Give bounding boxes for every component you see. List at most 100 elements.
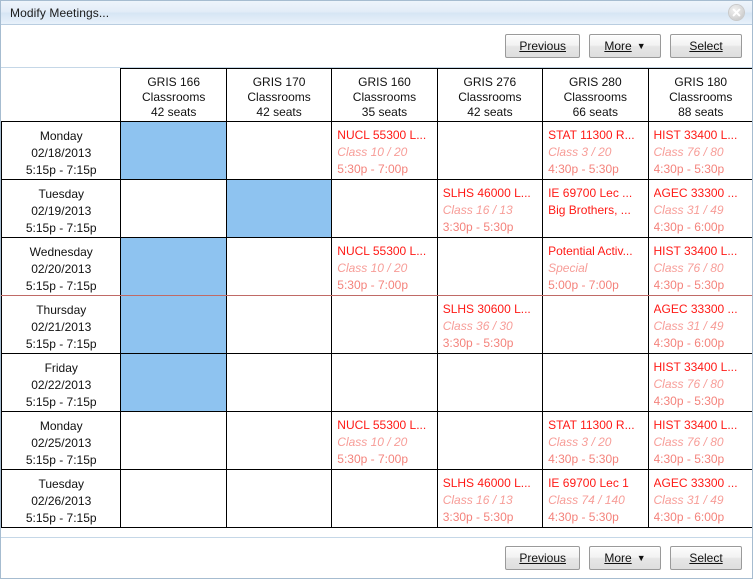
event-block: HIST 33400 L... Class 76 / 80 4:30p - 5:30… — [649, 239, 752, 295]
grid-cell-r1-c4[interactable]: IE 69700 Lec ... Big Brothers, ... — [542, 179, 649, 238]
row-2-time: 5:15p - 7:15p — [25, 279, 97, 293]
grid-cell-r3-c4[interactable] — [542, 295, 649, 354]
close-icon[interactable] — [729, 5, 744, 20]
row-3-weekday: Thursday — [36, 303, 87, 317]
room-seats-2: 35 seats — [361, 105, 408, 119]
row-4-weekday: Friday — [44, 361, 78, 375]
grid-cell-selected-r4-c0[interactable] — [120, 353, 227, 412]
row-1-date: 02/19/2013 — [31, 204, 92, 218]
grid-cell-r6-c3[interactable]: SLHS 46000 L... Class 16 / 13 3:30p - 5:30… — [436, 469, 544, 528]
row-header-day-0[interactable]: Monday 02/18/2013 5:15p - 7:15p — [1, 121, 122, 180]
grid-cell-r5-c2[interactable]: NUCL 55300 L... Class 10 / 20 5:30p - 7:00… — [331, 411, 438, 470]
grid-cell-r6-c2[interactable] — [331, 469, 438, 528]
room-seats-3: 42 seats — [467, 105, 513, 119]
event-title: STAT 11300 R... — [548, 418, 635, 432]
row-3-date: 02/21/2013 — [31, 320, 92, 334]
grid-cell-r1-c3[interactable]: SLHS 46000 L... Class 16 / 13 3:30p - 5:30… — [436, 179, 544, 238]
event-title: AGEC 33300 ... — [653, 476, 738, 490]
room-seats-5: 88 seats — [678, 105, 724, 119]
top-toolbar: Previous More ▼ Select — [1, 25, 752, 68]
event-title: SLHS 46000 L... — [442, 186, 531, 200]
grid-cell-r5-c0[interactable] — [120, 411, 227, 470]
event-block: STAT 11300 R... Class 3 / 20 4:30p - 5:30p — [544, 123, 647, 179]
room-name-2: GRIS 160 — [358, 75, 411, 89]
grid-cell-r5-c3[interactable] — [436, 411, 544, 470]
grid-cell-r0-c1[interactable] — [225, 121, 333, 180]
column-header-room-4: GRIS 280 Classrooms 66 seats — [542, 68, 649, 122]
grid-cell-selected-r1-c1[interactable] — [225, 179, 333, 238]
row-header-day-4[interactable]: Friday 02/22/2013 5:15p - 7:15p — [1, 353, 122, 412]
grid-cell-r6-c1[interactable] — [225, 469, 333, 528]
event-title: NUCL 55300 L... — [337, 418, 427, 432]
event-title: HIST 33400 L... — [653, 418, 738, 432]
event-title: HIST 33400 L... — [653, 244, 738, 258]
grid-cell-r4-c5[interactable]: HIST 33400 L... Class 76 / 80 4:30p - 5:30… — [647, 353, 752, 412]
grid-cell-r1-c0[interactable] — [120, 179, 227, 238]
grid-cell-r1-c5[interactable]: AGEC 33300 ... Class 31 / 49 4:30p - 6:00p — [647, 179, 752, 238]
grid-cell-selected-r2-c0[interactable] — [120, 237, 227, 296]
event-title: AGEC 33300 ... — [653, 302, 738, 316]
event-time: 5:30p - 7:00p — [337, 452, 409, 466]
room-seats-4: 66 seats — [572, 105, 618, 119]
event-block: HIST 33400 L... Class 76 / 80 4:30p - 5:30… — [649, 123, 752, 179]
more-button-top[interactable]: More ▼ — [589, 34, 661, 58]
more-button-bottom[interactable]: More ▼ — [589, 546, 661, 570]
row-header-day-1[interactable]: Tuesday 02/19/2013 5:15p - 7:15p — [1, 179, 122, 238]
grid-cell-r5-c5[interactable]: HIST 33400 L... Class 76 / 80 4:30p - 5:30… — [647, 411, 752, 470]
previous-button-top[interactable]: Previous — [505, 34, 580, 58]
row-header-day-6[interactable]: Tuesday 02/26/2013 5:15p - 7:15p — [1, 469, 122, 528]
grid-cell-r2-c5[interactable]: HIST 33400 L... Class 76 / 80 4:30p - 5:30… — [647, 237, 752, 296]
event-time: 4:30p - 6:00p — [653, 336, 725, 350]
grid-cell-r1-c2[interactable] — [331, 179, 438, 238]
select-button-top[interactable]: Select — [670, 34, 742, 58]
row-3-time: 5:15p - 7:15p — [25, 337, 97, 351]
select-button-bottom[interactable]: Select — [670, 546, 742, 570]
event-subtitle: Class 31 / 49 — [653, 203, 724, 217]
event-block: AGEC 33300 ... Class 31 / 49 4:30p - 6:00p — [649, 297, 752, 353]
column-header-room-1: GRIS 170 Classrooms 42 seats — [225, 68, 333, 122]
grid-cell-r0-c5[interactable]: HIST 33400 L... Class 76 / 80 4:30p - 5:30… — [647, 121, 752, 180]
meetings-grid-container: GRIS 166 Classrooms 42 seats GRIS 170 Cl… — [1, 68, 752, 537]
row-0-date: 02/18/2013 — [31, 146, 92, 160]
event-time: 4:30p - 5:30p — [548, 510, 619, 524]
event-title: NUCL 55300 L... — [337, 244, 427, 258]
grid-cell-r5-c1[interactable] — [225, 411, 333, 470]
event-block: NUCL 55300 L... Class 10 / 20 5:30p - 7:00… — [333, 239, 436, 295]
grid-cell-r2-c1[interactable] — [225, 237, 333, 296]
event-subtitle: Special — [548, 261, 588, 275]
grid-cell-r3-c2[interactable] — [331, 295, 438, 354]
grid-cell-r4-c1[interactable] — [225, 353, 333, 412]
grid-cell-r2-c2[interactable]: NUCL 55300 L... Class 10 / 20 5:30p - 7:00… — [331, 237, 438, 296]
room-name-4: GRIS 280 — [568, 75, 622, 89]
event-block: HIST 33400 L... Class 76 / 80 4:30p - 5:30… — [649, 413, 752, 469]
previous-button-bottom[interactable]: Previous — [505, 546, 580, 570]
grid-cell-r0-c4[interactable]: STAT 11300 R... Class 3 / 20 4:30p - 5:30p — [542, 121, 649, 180]
grid-cell-r3-c5[interactable]: AGEC 33300 ... Class 31 / 49 4:30p - 6:00p — [647, 295, 752, 354]
grid-cell-r6-c5[interactable]: AGEC 33300 ... Class 31 / 49 4:30p - 6:00p — [647, 469, 752, 528]
grid-cell-r6-c0[interactable] — [120, 469, 227, 528]
grid-cell-r5-c4[interactable]: STAT 11300 R... Class 3 / 20 4:30p - 5:30p — [542, 411, 649, 470]
grid-cell-selected-r0-c0[interactable] — [120, 121, 227, 180]
table-row: Friday 02/22/2013 5:15p - 7:15p HIST 33400 … — [1, 353, 752, 412]
event-block: SLHS 30600 L... Class 36 / 30 3:30p - 5:30… — [438, 297, 541, 353]
grid-cell-r3-c3[interactable]: SLHS 30600 L... Class 36 / 30 3:30p - 5:30… — [436, 295, 544, 354]
event-block: STAT 11300 R... Class 3 / 20 4:30p - 5:30p — [544, 413, 647, 469]
grid-cell-selected-r3-c0[interactable] — [120, 295, 227, 354]
grid-cell-r0-c3[interactable] — [436, 121, 544, 180]
event-title: SLHS 30600 L... — [442, 302, 531, 316]
grid-cell-r3-c1[interactable] — [225, 295, 333, 354]
grid-cell-r0-c2[interactable]: NUCL 55300 L... Class 10 / 20 5:30p - 7:00… — [331, 121, 438, 180]
grid-cell-r4-c3[interactable] — [436, 353, 544, 412]
grid-cell-r2-c4[interactable]: Potential Activ... Special 5:00p - 7:00p — [542, 237, 649, 296]
event-block: IE 69700 Lec 1 Class 74 / 140 4:30p - 5:30… — [544, 471, 647, 527]
grid-cell-r2-c3[interactable] — [436, 237, 544, 296]
more-label-bottom: More — [604, 551, 632, 565]
row-header-day-5[interactable]: Monday 02/25/2013 5:15p - 7:15p — [1, 411, 122, 470]
grid-cell-r4-c2[interactable] — [331, 353, 438, 412]
row-header-day-3[interactable]: Thursday 02/21/2013 5:15p - 7:15p — [1, 295, 122, 354]
table-row: Wednesday 02/20/2013 5:15p - 7:15p NUCL 553… — [1, 237, 752, 296]
row-header-day-2[interactable]: Wednesday 02/20/2013 5:15p - 7:15p — [1, 237, 122, 296]
event-subtitle: Class 76 / 80 — [653, 145, 724, 159]
grid-cell-r4-c4[interactable] — [542, 353, 649, 412]
grid-cell-r6-c4[interactable]: IE 69700 Lec 1 Class 74 / 140 4:30p - 5:30… — [542, 469, 649, 528]
